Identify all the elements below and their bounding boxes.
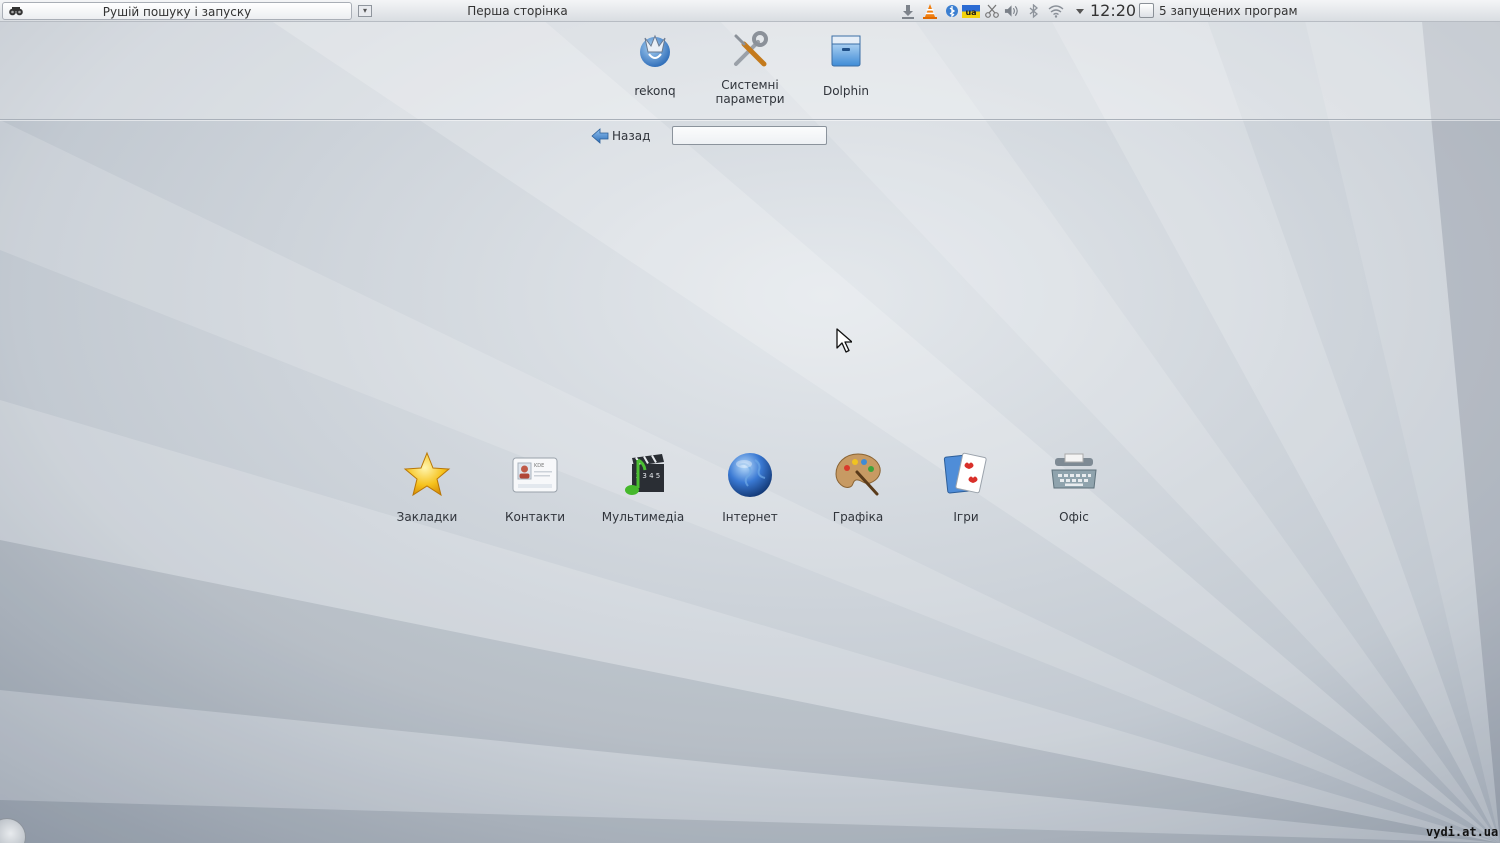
tray-expand-icon[interactable]: [1072, 3, 1088, 19]
favorite-label: Системні параметри: [715, 78, 785, 106]
category-bookmarks[interactable]: Закладки: [395, 450, 459, 524]
mouse-cursor-icon: [836, 328, 852, 353]
favorite-system-settings[interactable]: Системні параметри: [710, 30, 790, 106]
favorite-label: rekonq: [634, 84, 676, 98]
playing-cards-icon: [943, 452, 987, 494]
category-label: Мультимедіа: [601, 510, 685, 524]
multimedia-icon: 2 3 4 5: [625, 454, 664, 495]
panel-menu-button[interactable]: ▾: [358, 5, 372, 17]
favorite-label: Dolphin: [822, 84, 870, 98]
category-office[interactable]: Офіс: [1042, 450, 1106, 524]
category-label: Ігри: [953, 510, 979, 524]
back-button[interactable]: Назад: [591, 127, 650, 145]
contact-card-icon: KDE: [512, 457, 558, 493]
category-label: Графіка: [832, 510, 884, 524]
dolphin-icon: [831, 35, 861, 67]
watermark: vydi.at.ua: [1426, 825, 1499, 839]
star-icon: [403, 451, 451, 497]
palette-icon: [835, 453, 881, 496]
category-graphics[interactable]: Графіка: [826, 450, 890, 524]
volume-icon[interactable]: [1004, 3, 1020, 19]
globe-icon: [728, 453, 772, 497]
category-label: Інтернет: [722, 510, 778, 524]
clock[interactable]: 12:20: [1090, 1, 1136, 20]
search-input[interactable]: [672, 126, 827, 145]
category-label: Контакти: [504, 510, 566, 524]
desktop: Рушій пошуку і запуску ▾ Перша сторінка …: [0, 0, 1500, 843]
task-manager-icon[interactable]: [1139, 3, 1154, 18]
back-label: Назад: [612, 129, 651, 143]
top-panel: Рушій пошуку і запуску ▾ Перша сторінка …: [0, 0, 1500, 22]
search-launcher-label: Рушій пошуку і запуску: [102, 5, 252, 19]
running-tasks-label[interactable]: 5 запущених програм: [1159, 4, 1298, 18]
keyboard-layout-icon[interactable]: ua: [962, 3, 980, 19]
search-launcher-button[interactable]: Рушій пошуку і запуску: [2, 2, 352, 20]
favorite-dolphin[interactable]: Dolphin: [815, 30, 877, 98]
vlc-icon[interactable]: [922, 3, 938, 19]
keyboard-layout-code: ua: [965, 8, 976, 17]
category-multimedia[interactable]: 2 3 4 5 Мультимедіа: [601, 450, 685, 524]
category-internet[interactable]: Інтернет: [718, 450, 782, 524]
rekonq-icon: [640, 34, 670, 67]
download-icon[interactable]: [900, 3, 916, 19]
bluetooth-alt-icon[interactable]: [944, 3, 960, 19]
wifi-icon[interactable]: [1048, 3, 1064, 19]
bluetooth-icon[interactable]: [1026, 3, 1042, 19]
arrow-left-icon: [591, 128, 609, 144]
clipboard-scissors-icon[interactable]: [984, 3, 1000, 19]
contact-card-text: KDE: [534, 463, 544, 469]
category-label: Закладки: [396, 510, 458, 524]
typewriter-icon: [1051, 453, 1097, 489]
category-label: Офіс: [1059, 510, 1089, 524]
tools-icon: [734, 31, 768, 67]
active-window-title[interactable]: Перша сторінка: [380, 4, 655, 18]
category-contacts[interactable]: KDE Контакти: [503, 450, 567, 524]
category-games[interactable]: Ігри: [934, 450, 998, 524]
favorite-rekonq[interactable]: rekonq: [625, 30, 685, 98]
small-arrow-icon: ▾: [362, 6, 367, 15]
